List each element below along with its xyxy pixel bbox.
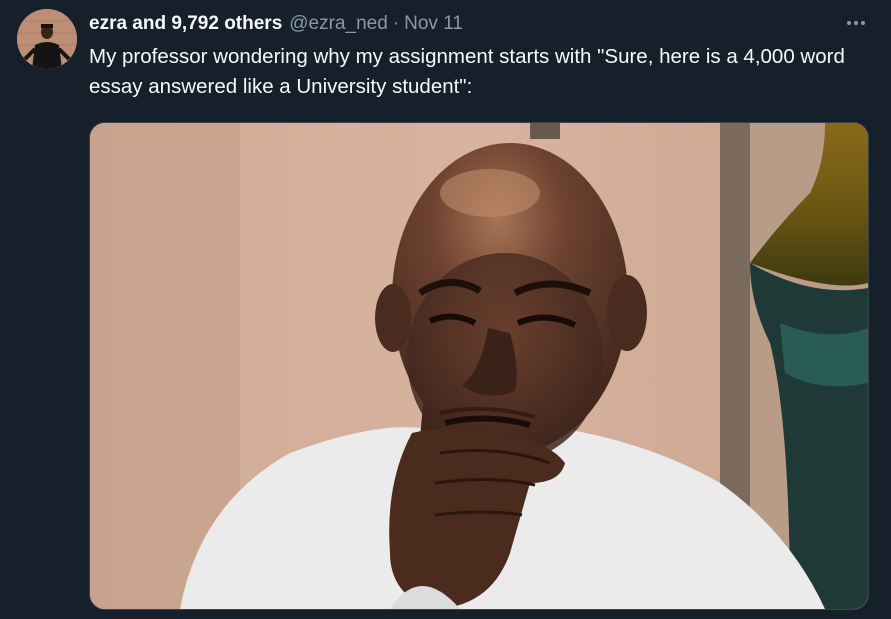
avatar-image — [17, 9, 77, 69]
user-handle[interactable]: @ezra_ned — [289, 13, 388, 35]
more-horizontal-icon — [847, 21, 865, 25]
avatar[interactable] — [17, 9, 77, 69]
tweet-card: ezra and 9,792 others @ezra_ned · Nov 11… — [0, 0, 891, 619]
timestamp[interactable]: Nov 11 — [404, 13, 463, 35]
tweet-text: My professor wondering why my assignment… — [89, 45, 845, 98]
tweet-header: ezra and 9,792 others @ezra_ned · Nov 11 — [89, 12, 463, 36]
separator-dot: · — [392, 13, 400, 34]
tweet-media-photo[interactable] — [89, 122, 869, 610]
more-button[interactable] — [841, 10, 871, 36]
display-name[interactable]: ezra and 9,792 others — [89, 13, 282, 35]
meme-photo — [90, 123, 868, 609]
